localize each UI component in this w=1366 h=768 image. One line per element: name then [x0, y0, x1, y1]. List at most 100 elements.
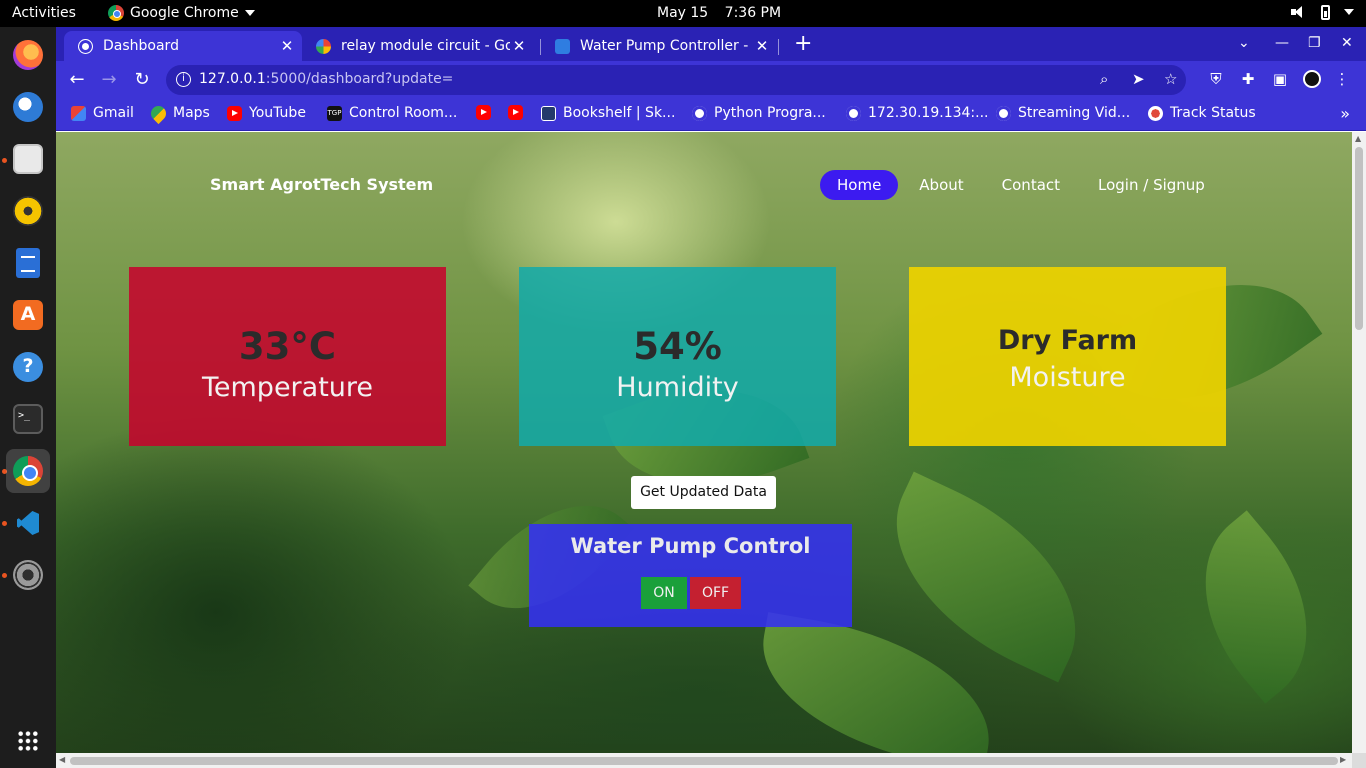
zoom-icon[interactable]: ⌕ — [1100, 70, 1108, 88]
tab-dashboard[interactable]: Dashboard ✕ — [64, 31, 302, 61]
bookmarks-bar: Gmail Maps YouTube TGP Control Room... Bo… — [56, 99, 1366, 131]
scroll-left-icon[interactable]: ◀ — [59, 755, 65, 764]
moisture-card: Dry Farm Moisture — [909, 267, 1226, 446]
vertical-scroll-thumb[interactable] — [1355, 147, 1363, 330]
scrollbar-corner — [1352, 753, 1366, 768]
dock-settings[interactable] — [6, 553, 50, 597]
tab-title: Water Pump Controller - Hackster.io — [580, 38, 753, 54]
temperature-label: Temperature — [201, 372, 374, 403]
bookmark-ip[interactable]: 172.30.19.134:... — [846, 105, 989, 121]
bookmark-label: Python Progra... — [714, 105, 826, 121]
chevron-down-icon — [244, 10, 255, 16]
site-info-icon[interactable]: i — [176, 72, 191, 87]
wifi-icon — [1261, 4, 1277, 20]
bookmark-maps[interactable]: Maps — [147, 102, 210, 124]
new-tab-button[interactable]: + — [794, 33, 812, 55]
bookmarks-overflow-icon[interactable]: » — [1340, 104, 1350, 123]
bookmark-youtube-2[interactable] — [476, 105, 498, 120]
clock-time: 7:36 PM — [724, 5, 782, 21]
settings-icon — [13, 560, 43, 590]
page-viewport: Smart AgrotTech System Home About Contac… — [56, 132, 1352, 753]
nav-login-signup[interactable]: Login / Signup — [1081, 170, 1222, 200]
maps-icon — [147, 102, 170, 124]
chrome-icon — [108, 5, 124, 21]
app-menu[interactable]: Google Chrome — [108, 5, 255, 21]
minimize-button[interactable]: — — [1275, 35, 1289, 51]
forward-button[interactable]: → — [98, 69, 120, 90]
system-tray[interactable] — [1261, 4, 1354, 20]
pump-title: Water Pump Control — [570, 534, 811, 558]
close-window-button[interactable]: ✕ — [1341, 35, 1353, 51]
bookmark-youtube-3[interactable] — [508, 105, 530, 120]
dock-rhythmbox[interactable] — [6, 189, 50, 233]
tab-relay-search[interactable]: relay module circuit - Google Search ✕ — [302, 31, 534, 61]
vertical-scrollbar[interactable]: ▲ — [1352, 132, 1366, 768]
battery-icon — [1321, 4, 1330, 20]
close-icon[interactable]: ✕ — [510, 37, 528, 55]
firefox-icon — [13, 40, 43, 70]
side-panel-icon[interactable]: ▣ — [1271, 70, 1289, 88]
horizontal-scrollbar[interactable]: ◀ ▶ — [56, 753, 1352, 768]
get-updated-data-button[interactable]: Get Updated Data — [631, 476, 776, 509]
libreoffice-writer-icon — [16, 248, 40, 278]
reload-button[interactable]: ↻ — [131, 69, 153, 90]
moisture-label: Moisture — [1009, 362, 1126, 393]
dock-firefox[interactable] — [6, 33, 50, 77]
profile-avatar[interactable] — [1303, 70, 1321, 88]
scroll-up-icon[interactable]: ▲ — [1355, 134, 1361, 143]
clock[interactable]: May 15 7:36 PM — [657, 5, 781, 21]
gmail-icon — [71, 105, 86, 121]
maximize-button[interactable]: ❐ — [1308, 35, 1321, 51]
horizontal-scroll-thumb[interactable] — [70, 757, 1338, 765]
bookmark-python[interactable]: Python Progra... — [692, 105, 826, 121]
bookmark-label: Control Room... — [349, 105, 458, 121]
google-icon — [316, 38, 331, 54]
chrome-icon — [13, 456, 43, 486]
more-menu-icon[interactable]: ⋮ — [1333, 70, 1351, 88]
shield-extension-icon[interactable]: ⛨ — [1207, 70, 1225, 88]
scroll-right-icon[interactable]: ▶ — [1340, 755, 1346, 764]
tab-water-pump[interactable]: Water Pump Controller - Hackster.io ✕ — [541, 31, 777, 61]
pump-on-button[interactable]: ON — [641, 577, 687, 609]
tab-separator — [778, 39, 779, 55]
humidity-card: 54% Humidity — [519, 267, 836, 446]
bookmark-label: Track Status — [1170, 105, 1256, 121]
bookmark-streaming[interactable]: Streaming Vid... — [996, 105, 1130, 121]
temperature-value: 33°C — [238, 325, 337, 368]
back-button[interactable]: ← — [66, 69, 88, 90]
nav-home[interactable]: Home — [820, 170, 899, 200]
url-host: 127.0.0.1 — [199, 71, 266, 87]
close-icon[interactable]: ✕ — [278, 37, 296, 55]
dock-help[interactable] — [6, 345, 50, 389]
dock-terminal[interactable] — [6, 397, 50, 441]
dock-files[interactable] — [6, 137, 50, 181]
book-icon — [541, 105, 556, 121]
dock-writer[interactable] — [6, 241, 50, 285]
youtube-icon — [508, 105, 523, 120]
dock — [0, 27, 56, 768]
pump-off-button[interactable]: OFF — [690, 577, 741, 609]
help-icon — [13, 352, 43, 382]
show-apps-icon[interactable] — [17, 730, 39, 752]
dock-vscode[interactable] — [6, 501, 50, 545]
address-bar[interactable]: i 127.0.0.1:5000/dashboard?update= ⌕ ➤ ☆ — [166, 65, 1186, 95]
dock-software[interactable] — [6, 293, 50, 337]
dock-chrome[interactable] — [6, 449, 50, 493]
extensions-puzzle-icon[interactable]: ✚ — [1239, 70, 1257, 88]
site-brand[interactable]: Smart AgrotTech System — [210, 175, 433, 194]
bookmark-label: Maps — [173, 105, 210, 121]
bookmark-youtube[interactable]: YouTube — [227, 105, 306, 121]
bookmark-star-icon[interactable]: ☆ — [1164, 70, 1177, 88]
tab-search-button[interactable]: ⌄ — [1238, 35, 1250, 51]
send-icon[interactable]: ➤ — [1132, 70, 1145, 88]
bookmark-label: Bookshelf | Sk... — [563, 105, 676, 121]
close-icon[interactable]: ✕ — [753, 37, 771, 55]
dock-thunderbird[interactable] — [6, 85, 50, 129]
bookmark-bookshelf[interactable]: Bookshelf | Sk... — [541, 105, 675, 121]
nav-about[interactable]: About — [902, 170, 980, 200]
bookmark-control-room[interactable]: TGP Control Room... — [327, 105, 457, 121]
activities-button[interactable]: Activities — [12, 5, 76, 21]
bookmark-gmail[interactable]: Gmail — [71, 105, 134, 121]
bookmark-track-status[interactable]: Track Status — [1148, 105, 1256, 121]
nav-contact[interactable]: Contact — [985, 170, 1077, 200]
